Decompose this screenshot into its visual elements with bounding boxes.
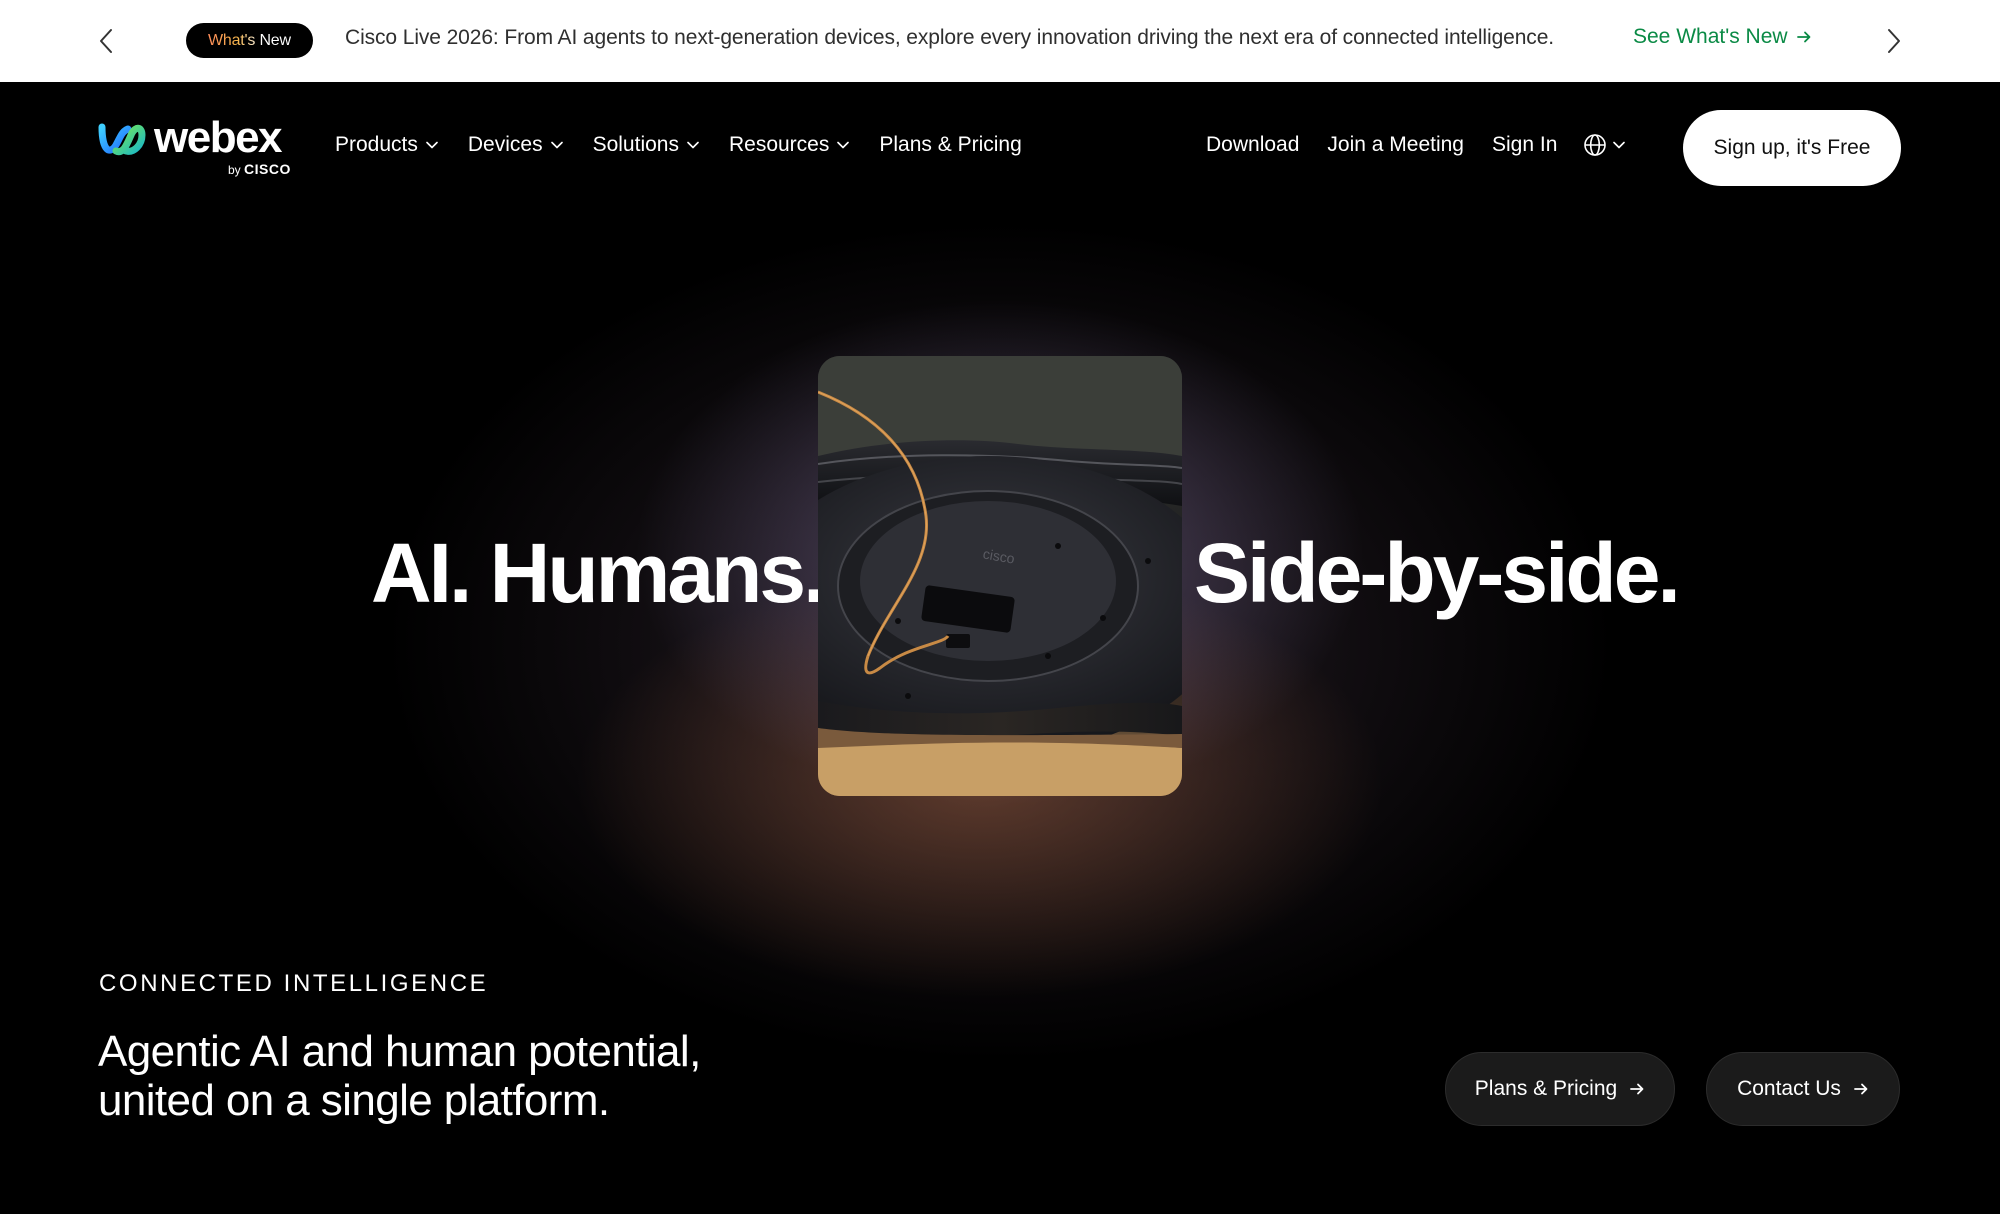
hero-headline-right: Side-by-side. — [1194, 526, 1681, 620]
chevron-down-icon — [837, 141, 850, 149]
announcement-prev-button[interactable] — [86, 22, 126, 60]
see-whats-new-label: See What's New — [1633, 25, 1788, 48]
page: What's New Cisco Live 2026: From AI agen… — [0, 0, 2000, 1214]
nav-item-products[interactable]: Products — [335, 133, 438, 157]
arrow-right-icon — [1630, 1083, 1644, 1095]
nav-item-plans-pricing[interactable]: Plans & Pricing — [879, 133, 1021, 157]
webex-wordmark: webex by CISCO — [154, 113, 294, 177]
arrow-right-icon — [1796, 31, 1810, 43]
chevron-down-icon — [550, 141, 563, 149]
nav-item-solutions-label: Solutions — [592, 133, 679, 156]
nav-item-resources[interactable]: Resources — [728, 133, 850, 157]
secondary-nav: Download Join a Meeting Sign In — [1206, 133, 1626, 157]
chevron-down-icon — [426, 141, 438, 149]
hero-product-image: cisco — [818, 356, 1182, 796]
cisco-brand-text: CISCO — [244, 161, 291, 177]
language-selector[interactable] — [1583, 133, 1626, 157]
primary-nav: Products Devices Solutions Resources Pla… — [335, 133, 1052, 157]
see-whats-new-link[interactable]: See What's New — [1633, 25, 1812, 49]
announcement-bar: What's New Cisco Live 2026: From AI agen… — [0, 0, 2000, 82]
webex-wordmark-text: webex — [154, 113, 283, 162]
arrow-right-icon — [1854, 1083, 1868, 1095]
chevron-down-icon — [1613, 141, 1626, 149]
webex-logo-mark-icon — [98, 123, 146, 156]
hero-eyebrow: CONNECTED INTELLIGENCE — [99, 970, 489, 997]
download-link[interactable]: Download — [1206, 133, 1299, 157]
plans-pricing-button-label: Plans & Pricing — [1474, 1077, 1618, 1100]
nav-item-resources-label: Resources — [728, 133, 830, 156]
hero-headline-left: AI. Humans. — [371, 526, 826, 620]
plans-pricing-button[interactable]: Plans & Pricing — [1445, 1052, 1675, 1126]
contact-us-button-label: Contact Us — [1737, 1077, 1841, 1100]
webex-logo[interactable]: webex by CISCO — [98, 113, 294, 177]
nav-item-products-label: Products — [335, 133, 418, 156]
chevron-right-icon — [1888, 29, 1900, 53]
signup-free-button[interactable]: Sign up, it's Free — [1683, 110, 1901, 186]
nav-item-solutions[interactable]: Solutions — [593, 133, 699, 157]
nav-item-devices-label: Devices — [467, 133, 543, 156]
announcement-message: Cisco Live 2026: From AI agents to next-… — [345, 26, 1555, 49]
contact-us-button[interactable]: Contact Us — [1706, 1052, 1900, 1126]
nav-item-devices[interactable]: Devices — [468, 133, 563, 157]
whats-new-badge[interactable]: What's New — [186, 23, 313, 58]
chevron-down-icon — [687, 141, 699, 149]
sign-in-link[interactable]: Sign In — [1492, 133, 1557, 157]
by-cisco-text: by CISCO — [228, 161, 291, 177]
nav-item-plans-pricing-label: Plans & Pricing — [879, 133, 1022, 156]
announcement-next-button[interactable] — [1874, 22, 1914, 60]
by-prefix: by — [228, 163, 241, 177]
whats-new-badge-label: What's New — [208, 31, 291, 49]
hero-subheading: Agentic AI and human potential, united o… — [98, 1027, 701, 1125]
chevron-left-icon — [100, 29, 112, 53]
ceiling-microphone-illustration: cisco — [818, 356, 1182, 796]
join-meeting-link[interactable]: Join a Meeting — [1327, 133, 1464, 157]
globe-icon — [1584, 134, 1607, 156]
